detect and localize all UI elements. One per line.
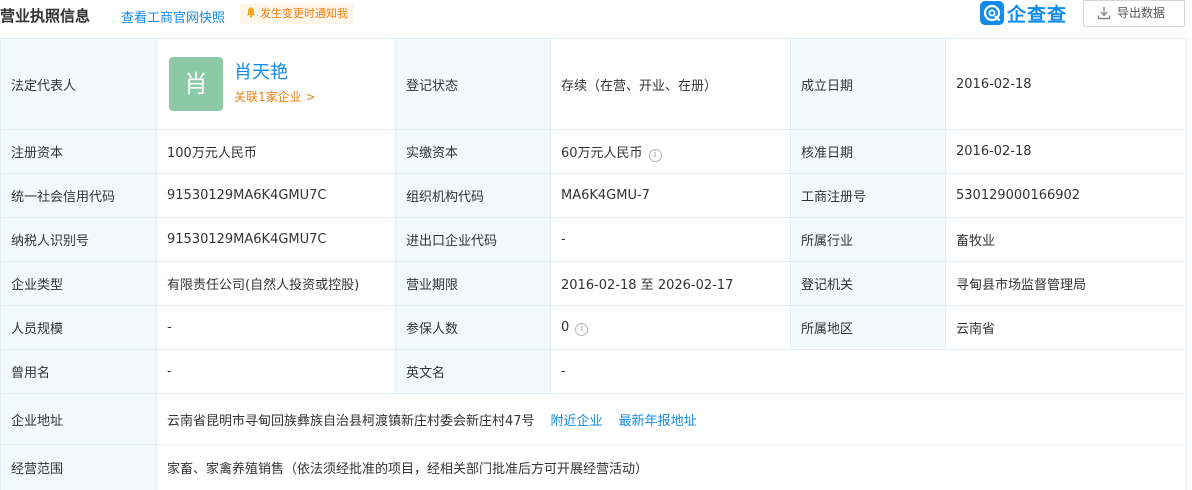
notify-button[interactable]: 发生变更时通知我 <box>240 4 354 24</box>
table-row: 曾用名 - 英文名 - <box>0 349 1187 394</box>
info-circle-icon[interactable]: i <box>648 148 662 162</box>
section-header: 营业执照信息 查看工商官网快照 发生变更时通知我 企查查 导出数据 <box>0 0 1192 34</box>
approve-date-value: 2016-02-18 <box>945 129 1187 174</box>
info-circle-icon[interactable]: i <box>575 322 589 336</box>
company-type-label: 企业类型 <box>0 261 157 306</box>
qcc-logo-icon <box>980 1 1004 25</box>
legal-rep-name-link[interactable]: 肖天艳 <box>234 58 288 84</box>
found-date-label: 成立日期 <box>790 38 946 130</box>
former-name-label: 曾用名 <box>0 349 157 394</box>
staff-size-value: - <box>156 305 396 350</box>
org-code-value: MA6K4GMU-7 <box>550 173 791 218</box>
taxpayer-id-label: 纳税人识别号 <box>0 217 157 262</box>
credit-code-label: 统一社会信用代码 <box>0 173 157 218</box>
insured-count-cell: 0i <box>550 305 791 350</box>
legal-rep-label: 法定代表人 <box>0 38 157 130</box>
reg-authority-label: 登记机关 <box>790 261 946 306</box>
industry-label: 所属行业 <box>790 217 946 262</box>
export-data-label: 导出数据 <box>1117 6 1166 20</box>
region-value: 云南省 <box>945 305 1187 350</box>
biz-term-value: 2016-02-18 至 2026-02-17 <box>550 261 791 306</box>
address-value: 云南省昆明市寻甸回族彝族自治县柯渡镇新庄村委会新庄村47号 <box>167 413 535 429</box>
business-license-table: 法定代表人 肖 肖天艳 关联1家企业 > 登记状态 存续（在营、开业、在册） 成… <box>0 38 1187 490</box>
approve-date-label: 核准日期 <box>790 129 946 174</box>
address-cell: 云南省昆明市寻甸回族彝族自治县柯渡镇新庄村委会新庄村47号 附近企业 最新年报地址 <box>156 393 1187 445</box>
paid-capital-label: 实缴资本 <box>395 129 551 174</box>
scope-value: 家畜、家禽养殖销售（依法须经批准的项目，经相关部门批准后方可开展经营活动） <box>156 444 1187 490</box>
download-icon <box>1097 7 1111 20</box>
biz-reg-no-label: 工商注册号 <box>790 173 946 218</box>
found-date-value: 2016-02-18 <box>945 38 1187 130</box>
avatar: 肖 <box>169 57 223 111</box>
reg-authority-value: 寻甸县市场监督管理局 <box>945 261 1187 306</box>
insured-count-value: 0 <box>561 319 570 335</box>
table-row: 企业地址 云南省昆明市寻甸回族彝族自治县柯渡镇新庄村委会新庄村47号 附近企业 最新… <box>0 393 1187 445</box>
legal-rep-cell: 肖 肖天艳 关联1家企业 > <box>156 38 396 130</box>
table-row: 注册资本 100万元人民币 实缴资本 60万元人民币 i 核准日期 2016-02… <box>0 129 1187 174</box>
snapshot-link[interactable]: 查看工商官网快照 <box>121 7 225 26</box>
biz-reg-no-value: 530129000166902 <box>945 173 1187 218</box>
staff-size-label: 人员规模 <box>0 305 157 350</box>
scope-label: 经营范围 <box>0 444 157 490</box>
biz-term-label: 营业期限 <box>395 261 551 306</box>
paid-capital-cell: 60万元人民币 i <box>550 129 791 174</box>
company-type-value: 有限责任公司(自然人投资或控股) <box>156 261 396 306</box>
export-data-button[interactable]: 导出数据 <box>1083 0 1185 27</box>
related-companies-link[interactable]: 关联1家企业 > <box>234 88 316 105</box>
table-row: 人员规模 - 参保人数 0i 所属地区 云南省 <box>0 305 1187 350</box>
taxpayer-id-value: 91530129MA6K4GMU7C <box>156 217 396 262</box>
import-export-code-value: - <box>550 217 791 262</box>
region-label: 所属地区 <box>790 305 946 350</box>
reg-capital-value: 100万元人民币 <box>156 129 396 174</box>
bell-icon <box>246 7 256 18</box>
paid-capital-value: 60万元人民币 <box>561 145 643 161</box>
table-row: 统一社会信用代码 91530129MA6K4GMU7C 组织机构代码 MA6K4… <box>0 173 1187 218</box>
nearby-companies-link[interactable]: 附近企业 <box>551 414 603 429</box>
table-row: 法定代表人 肖 肖天艳 关联1家企业 > 登记状态 存续（在营、开业、在册） 成… <box>0 38 1187 130</box>
table-row: 纳税人识别号 91530129MA6K4GMU7C 进出口企业代码 - 所属行业… <box>0 217 1187 262</box>
table-row: 经营范围 家畜、家禽养殖销售（依法须经批准的项目，经相关部门批准后方可开展经营活… <box>0 444 1187 490</box>
insured-count-label: 参保人数 <box>395 305 551 350</box>
table-row: 企业类型 有限责任公司(自然人投资或控股) 营业期限 2016-02-18 至 … <box>0 261 1187 306</box>
address-label: 企业地址 <box>0 393 157 445</box>
import-export-code-label: 进出口企业代码 <box>395 217 551 262</box>
english-name-value: - <box>550 349 1187 394</box>
org-code-label: 组织机构代码 <box>395 173 551 218</box>
latest-annual-address-link[interactable]: 最新年报地址 <box>619 414 697 429</box>
reg-capital-label: 注册资本 <box>0 129 157 174</box>
notify-label: 发生变更时通知我 <box>260 7 348 20</box>
section-title: 营业执照信息 <box>0 7 91 25</box>
former-name-value: - <box>156 349 396 394</box>
english-name-label: 英文名 <box>395 349 551 394</box>
qcc-brand-text: 企查查 <box>1007 4 1068 26</box>
credit-code-value: 91530129MA6K4GMU7C <box>156 173 396 218</box>
reg-status-value: 存续（在营、开业、在册） <box>550 38 791 130</box>
reg-status-label: 登记状态 <box>395 38 551 130</box>
industry-value: 畜牧业 <box>945 217 1187 262</box>
